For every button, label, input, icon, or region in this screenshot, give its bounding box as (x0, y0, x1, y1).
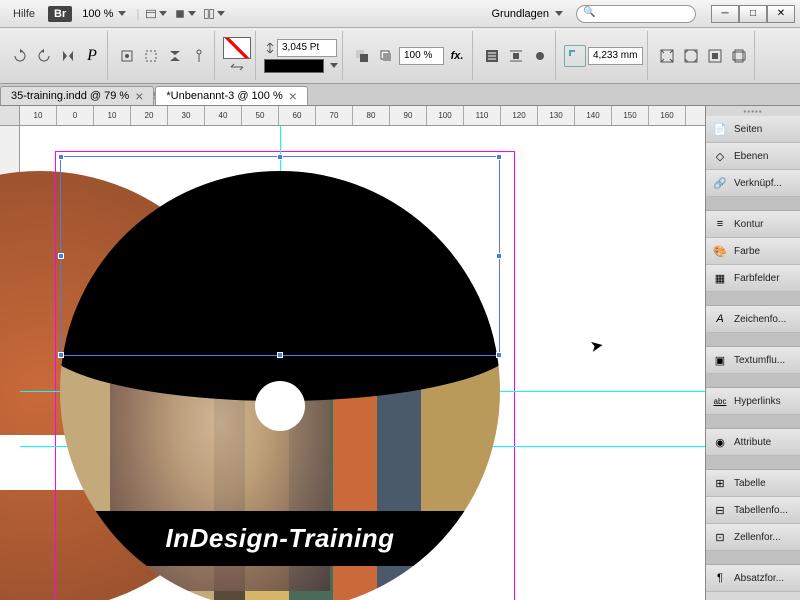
swatches-icon: ▦ (712, 271, 728, 285)
cell-style-icon: ⊡ (712, 530, 728, 544)
para-icon: ¶ (712, 571, 728, 585)
cd-artwork-frame[interactable]: InDesign-Training (60, 156, 500, 600)
table-icon: ⊞ (712, 476, 728, 490)
cell-styles-panel[interactable]: ⊡Zellenfor... (706, 524, 800, 551)
center-content-button[interactable] (704, 45, 726, 67)
chevron-down-icon (330, 63, 338, 68)
layers-panel[interactable]: ◇Ebenen (706, 143, 800, 170)
attr-icon: ◉ (712, 435, 728, 449)
color-icon: 🎨 (712, 244, 728, 258)
opacity-input[interactable] (399, 47, 444, 65)
bridge-button[interactable]: Br (48, 6, 72, 22)
window-controls: ─ □ ✕ (711, 5, 795, 23)
close-icon[interactable]: × (135, 91, 143, 101)
chevron-down-icon (555, 11, 563, 16)
horizontal-ruler[interactable]: 1001020304050607080901001101201301401501… (20, 106, 705, 126)
tab-label: 35-training.indd @ 79 % (11, 90, 129, 102)
zoom-value: 100 % (82, 8, 113, 20)
workspace-switcher[interactable]: Grundlagen (484, 8, 572, 20)
cd-title-text: InDesign-Training (165, 523, 394, 554)
anchor-button[interactable] (188, 45, 210, 67)
links-panel[interactable]: 🔗Verknüpf... (706, 170, 800, 197)
text-wrap-shape-button[interactable] (529, 45, 551, 67)
table-panel[interactable]: ⊞Tabelle (706, 470, 800, 497)
text-wrap-none-button[interactable] (481, 45, 503, 67)
document-tab[interactable]: *Unbenannt-3 @ 100 % × (155, 86, 308, 105)
character-styles-panel[interactable]: AZeichenfo... (706, 306, 800, 333)
screen-mode-button[interactable] (173, 4, 197, 24)
document-tabs: 35-training.indd @ 79 % × *Unbenannt-3 @… (0, 84, 800, 106)
corner-options-button[interactable] (564, 45, 586, 67)
stroke-panel[interactable]: ≡Kontur (706, 211, 800, 238)
maximize-button[interactable]: □ (739, 5, 767, 23)
rotate-neg90-button[interactable] (33, 45, 55, 67)
effects-opacity-button[interactable] (351, 45, 373, 67)
attributes-panel[interactable]: ◉Attribute (706, 429, 800, 456)
fit-content-button[interactable] (680, 45, 702, 67)
stroke-weight-input[interactable] (277, 39, 337, 57)
arrange-button[interactable] (202, 4, 226, 24)
view-options-button[interactable] (144, 4, 168, 24)
hyperlink-icon: abc (712, 394, 728, 408)
text-wrap-bbox-button[interactable] (505, 45, 527, 67)
control-panel: P fx. (0, 28, 800, 84)
drop-shadow-button[interactable] (375, 45, 397, 67)
table-style-icon: ⊟ (712, 503, 728, 517)
ruler-origin[interactable] (0, 106, 20, 126)
page-content[interactable]: InDesign-Training ➤ (20, 126, 705, 600)
fill-frame-button[interactable] (728, 45, 750, 67)
color-panel[interactable]: 🎨Farbe (706, 238, 800, 265)
cd-title-band: InDesign-Training (60, 511, 500, 566)
panel-dock: ▪▪▪▪▪ 📄Seiten ◇Ebenen 🔗Verknüpf... ≡Kont… (705, 106, 800, 600)
document-canvas[interactable]: 1001020304050607080901001101201301401501… (0, 106, 705, 600)
text-tool-icon[interactable]: P (81, 45, 103, 67)
flip-v-button[interactable] (164, 45, 186, 67)
close-icon[interactable]: × (289, 91, 297, 101)
cd-top-shape (60, 171, 500, 341)
stroke-icon: ≡ (712, 217, 728, 231)
stroke-color-swatch[interactable] (223, 37, 251, 59)
table-styles-panel[interactable]: ⊟Tabellenfo... (706, 497, 800, 524)
cd-center-hole (255, 381, 305, 431)
pages-panel[interactable]: 📄Seiten (706, 116, 800, 143)
workspace-label: Grundlagen (492, 8, 550, 20)
search-input[interactable] (576, 5, 696, 23)
chevron-down-icon (118, 11, 126, 16)
menu-bar: Hilfe Br 100 % | Grundlagen ─ □ ✕ (0, 0, 800, 28)
layers-icon: ◇ (712, 149, 728, 163)
document-tab[interactable]: 35-training.indd @ 79 % × (0, 86, 154, 105)
tab-label: *Unbenannt-3 @ 100 % (166, 90, 282, 102)
text-wrap-panel[interactable]: ▣Textumflu... (706, 347, 800, 374)
char-icon: A (712, 312, 728, 326)
corner-radius-input[interactable] (588, 47, 643, 65)
fx-button[interactable]: fx. (446, 45, 468, 67)
help-menu[interactable]: Hilfe (5, 8, 43, 20)
paragraph-styles-panel[interactable]: ¶Absatzfor... (706, 565, 800, 592)
zoom-level[interactable]: 100 % (77, 8, 131, 20)
close-button[interactable]: ✕ (767, 5, 795, 23)
select-content-button[interactable] (140, 45, 162, 67)
stroke-style-dropdown[interactable] (264, 59, 324, 73)
links-icon: 🔗 (712, 176, 728, 190)
fit-frame-button[interactable] (656, 45, 678, 67)
rotate-90-button[interactable] (9, 45, 31, 67)
swap-colors-button[interactable] (226, 60, 248, 74)
cursor-icon: ➤ (588, 335, 605, 357)
select-container-button[interactable] (116, 45, 138, 67)
flip-h-button[interactable] (57, 45, 79, 67)
minimize-button[interactable]: ─ (711, 5, 739, 23)
swatches-panel[interactable]: ▦Farbfelder (706, 265, 800, 292)
wrap-icon: ▣ (712, 353, 728, 367)
pages-icon: 📄 (712, 122, 728, 136)
hyperlinks-panel[interactable]: abcHyperlinks (706, 388, 800, 415)
dock-grabber[interactable]: ▪▪▪▪▪ (706, 106, 800, 116)
cd-disc: InDesign-Training (60, 171, 500, 600)
